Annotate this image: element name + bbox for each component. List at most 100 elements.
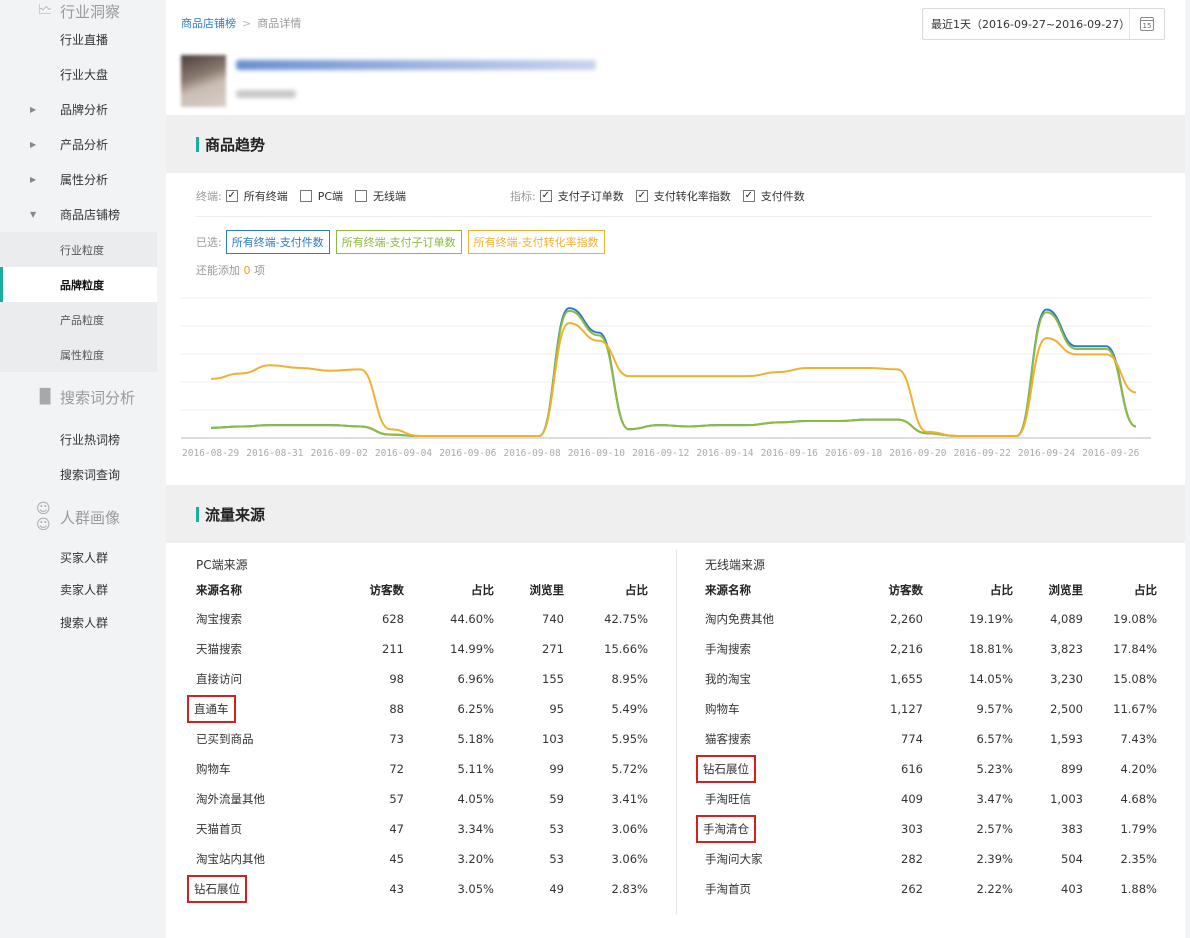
sidebar-group-label: 搜索词分析 <box>60 388 136 407</box>
table-row[interactable]: 手淘搜索 2,216 18.81% 3,823 17.84% <box>705 634 1157 664</box>
table-cell: 2,216 <box>890 642 923 656</box>
highlight-box: 直通车 <box>187 695 236 723</box>
section-title: 商品趋势 <box>205 135 266 154</box>
table-cell: 9.57% <box>976 702 1013 716</box>
metric-suborders-checkbox[interactable]: ✓ 支付子订单数 <box>539 188 624 204</box>
table-cell: 4,089 <box>1050 612 1083 626</box>
table-cell: 73 <box>389 732 404 746</box>
product-title-blurred[interactable] <box>236 60 596 70</box>
sidebar-item-buyers[interactable]: 买家人群 <box>0 542 157 572</box>
table-cell: 2,500 <box>1050 702 1083 716</box>
sidebar-group-crowd[interactable]: ☺☺ 人群画像 <box>0 492 157 542</box>
table-row[interactable]: 已买到商品 73 5.18% 103 5.95% <box>196 724 648 754</box>
sidebar-item-searchers[interactable]: 搜索人群 <box>0 607 157 637</box>
series-line-1[interactable] <box>210 309 1137 437</box>
sidebar-item-word-query[interactable]: 搜索词查询 <box>0 457 157 492</box>
table-row[interactable]: 淘宝搜索 628 44.60% 740 42.75% <box>196 604 648 634</box>
metric-items-checkbox[interactable]: ✓ 支付件数 <box>742 188 805 204</box>
sidebar-item-hot-words[interactable]: 行业热词榜 <box>0 422 157 457</box>
vertical-divider <box>676 550 677 914</box>
calendar-button[interactable]: 15 <box>1130 9 1164 39</box>
tag-items[interactable]: 所有终端-支付件数 <box>225 230 330 254</box>
table-cell: 774 <box>901 732 923 746</box>
table-cell: 手淘清仓 <box>696 814 855 844</box>
table-row[interactable]: 手淘清仓 303 2.57% 383 1.79% <box>696 814 1157 844</box>
table-cell: 1,127 <box>890 702 923 716</box>
table-row[interactable]: 手淘问大家 282 2.39% 504 2.35% <box>705 844 1157 874</box>
sidebar-item-rank[interactable]: ▼ 商品店铺榜 <box>0 197 157 232</box>
checkbox-box <box>355 190 368 202</box>
sidebar-sub-brand[interactable]: 品牌粒度 <box>0 267 157 302</box>
terminal-pc-checkbox[interactable]: PC端 <box>299 188 343 204</box>
table-cell: 手淘问大家 <box>705 852 763 866</box>
checkbox-box: ✓ <box>635 190 648 202</box>
trend-chart[interactable]: 2016-08-29 2016-08-31 2016-09-02 2016-09-04… <box>166 290 1185 465</box>
column-header: 占比 <box>990 583 1013 597</box>
x-tick-label: 2016-08-31 <box>246 448 303 459</box>
table-cell: 57 <box>389 792 404 806</box>
sidebar-item-industry-live[interactable]: 行业直播 <box>0 22 157 57</box>
x-tick-label: 2016-09-04 <box>375 448 432 459</box>
breadcrumb-link[interactable]: 商品店铺榜 <box>181 17 236 30</box>
sidebar-sub-product[interactable]: 产品粒度 <box>0 302 157 337</box>
divider <box>196 216 1152 217</box>
table-cell: 44.60% <box>450 612 494 626</box>
table-row[interactable]: 我的淘宝 1,655 14.05% 3,230 15.08% <box>705 664 1157 694</box>
table-cell: 5.11% <box>457 762 494 776</box>
product-thumbnail[interactable] <box>181 55 226 107</box>
tag-conversion[interactable]: 所有终端-支付转化率指数 <box>467 230 605 254</box>
table-row[interactable]: 猫客搜索 774 6.57% 1,593 7.43% <box>705 724 1157 754</box>
main-content: 商品店铺榜 > 商品详情 最近1天（2016-09-27~2016-09-27） 1… <box>166 0 1185 938</box>
column-header: 占比 <box>471 583 494 597</box>
terminal-all-checkbox[interactable]: ✓ 所有终端 <box>225 188 288 204</box>
add-more-hint: 还能添加 0 项 <box>196 262 265 278</box>
table-row[interactable]: 购物车 72 5.11% 99 5.72% <box>196 754 648 784</box>
table-row[interactable]: 淘内免费其他 2,260 19.19% 4,089 19.08% <box>705 604 1157 634</box>
highlight-box: 钻石展位 <box>187 875 247 903</box>
table-cell: 504 <box>1061 852 1083 866</box>
series-line-2[interactable] <box>210 322 1137 437</box>
more-count: 0 <box>243 264 251 277</box>
table-row[interactable]: 淘外流量其他 57 4.05% 59 3.41% <box>196 784 648 814</box>
table-cell: 99 <box>549 762 564 776</box>
table-cell: 5.49% <box>611 702 648 716</box>
series-line-0[interactable] <box>210 307 1137 437</box>
sidebar-group-industry[interactable]: 🗠 行业洞察 <box>0 0 157 22</box>
table-row[interactable]: 直接访问 98 6.96% 155 8.95% <box>196 664 648 694</box>
sidebar-sub-attribute[interactable]: 属性粒度 <box>0 337 157 372</box>
highlight-box: 钻石展位 <box>696 755 756 783</box>
metric-conversion-checkbox[interactable]: ✓ 支付转化率指数 <box>635 188 731 204</box>
x-tick-label: 2016-09-26 <box>1082 448 1139 459</box>
table-header-row: 来源名称 访客数 占比 浏览里 占比 <box>196 576 648 604</box>
caret-right-icon: ▶ <box>30 140 37 149</box>
sidebar-item-brand-analysis[interactable]: ▶ 品牌分析 <box>0 92 157 127</box>
sidebar-sub-industry[interactable]: 行业粒度 <box>0 232 157 267</box>
table-cell: 3.41% <box>611 792 648 806</box>
table-cell: 45 <box>389 852 404 866</box>
table-row[interactable]: 天猫首页 47 3.34% 53 3.06% <box>196 814 648 844</box>
table-cell: 直通车 <box>187 694 336 724</box>
table-cell: 购物车 <box>705 702 740 716</box>
table-cell: 211 <box>382 642 404 656</box>
terminal-mobile-checkbox[interactable]: 无线端 <box>355 188 406 204</box>
table-row[interactable]: 天猫搜索 211 14.99% 271 15.66% <box>196 634 648 664</box>
table-cell: 3,230 <box>1050 672 1083 686</box>
table-row[interactable]: 手淘旺信 409 3.47% 1,003 4.68% <box>705 784 1157 814</box>
table-cell: 403 <box>1061 882 1083 896</box>
table-cell: 3.06% <box>611 852 648 866</box>
sidebar-item-sellers[interactable]: 卖家人群 <box>0 572 157 607</box>
tag-suborders[interactable]: 所有终端-支付子订单数 <box>335 230 462 254</box>
sidebar-group-search[interactable]: ▐▌ 搜索词分析 <box>0 372 157 422</box>
table-row[interactable]: 直通车 88 6.25% 95 5.49% <box>187 694 648 724</box>
date-range-picker[interactable]: 最近1天（2016-09-27~2016-09-27） 15 <box>922 8 1165 40</box>
sidebar-item-attribute-analysis[interactable]: ▶ 属性分析 <box>0 162 157 197</box>
table-row[interactable]: 手淘首页 262 2.22% 403 1.88% <box>705 874 1157 904</box>
table-row[interactable]: 钻石展位 616 5.23% 899 4.20% <box>696 754 1157 784</box>
sidebar-item-industry-market[interactable]: 行业大盘 <box>0 57 157 92</box>
table-cell: 2.83% <box>611 882 648 896</box>
table-row[interactable]: 淘宝站内其他 45 3.20% 53 3.06% <box>196 844 648 874</box>
table-row[interactable]: 钻石展位 43 3.05% 49 2.83% <box>187 874 648 904</box>
sidebar-item-product-analysis[interactable]: ▶ 产品分析 <box>0 127 157 162</box>
section-accent-bar <box>196 506 199 522</box>
table-row[interactable]: 购物车 1,127 9.57% 2,500 11.67% <box>705 694 1157 724</box>
